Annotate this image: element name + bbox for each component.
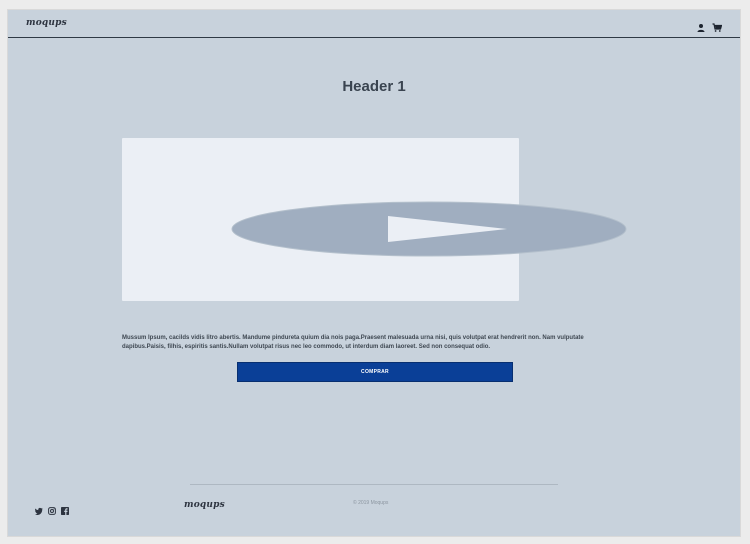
- play-icon[interactable]: [230, 200, 628, 258]
- footer-logo[interactable]: moqups: [184, 500, 225, 510]
- header-icons: [696, 20, 723, 32]
- twitter-icon[interactable]: [34, 502, 43, 516]
- page-title: Header 1: [342, 78, 406, 95]
- instagram-icon[interactable]: [48, 502, 56, 515]
- top-bar: moqups: [8, 10, 740, 38]
- user-icon[interactable]: [696, 20, 706, 32]
- cart-icon[interactable]: [712, 20, 723, 32]
- copyright-text: © 2019 Moqups: [353, 500, 389, 506]
- page-frame: moqups Header 1 Mussum Ipsum, cacilds vi…: [7, 9, 741, 537]
- social-links: [34, 502, 69, 516]
- buy-button[interactable]: COMPRAR: [237, 362, 513, 382]
- description-text: Mussum Ipsum, cacilds vidis litro aberti…: [122, 335, 584, 350]
- facebook-icon[interactable]: [61, 502, 69, 515]
- logo[interactable]: moqups: [26, 18, 67, 28]
- footer-divider: [190, 484, 558, 485]
